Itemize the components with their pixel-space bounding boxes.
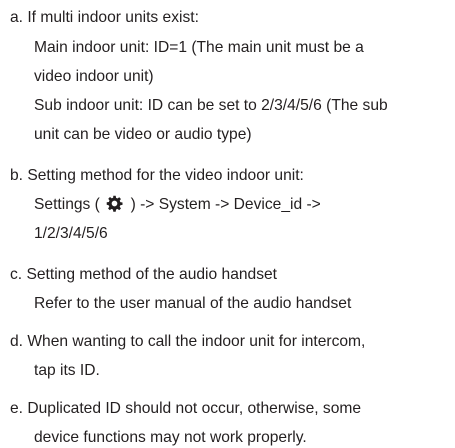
item-e-heading: e. Duplicated ID should not occur, other…	[10, 400, 362, 417]
settings-path-suffix: ) -> System -> Device_id ->	[130, 196, 321, 213]
item-c-line-refer: Refer to the user manual of the audio ha…	[34, 295, 352, 312]
item-a-line-unit-type: unit can be video or audio type)	[34, 126, 252, 143]
gear-icon	[106, 195, 123, 212]
item-a-line-main-unit: Main indoor unit: ID=1 (The main unit mu…	[34, 39, 364, 56]
settings-path-prefix: Settings (	[34, 196, 100, 213]
item-e-line-device-functions: device functions may not work properly.	[34, 429, 307, 446]
item-c-heading: c. Setting method of the audio handset	[10, 266, 278, 283]
item-a-line-video-unit: video indoor unit)	[34, 68, 154, 85]
item-b-id-values: 1/2/3/4/5/6	[34, 225, 108, 242]
item-b-settings-path: Settings ( ) -> System -> Device_id ->	[34, 195, 321, 215]
item-d-line-tap-id: tap its ID.	[34, 362, 100, 379]
item-a-heading: a. If multi indoor units exist:	[10, 9, 199, 26]
item-d-heading: d. When wanting to call the indoor unit …	[10, 333, 366, 350]
item-b-heading: b. Setting method for the video indoor u…	[10, 167, 304, 184]
item-a-line-sub-unit: Sub indoor unit: ID can be set to 2/3/4/…	[34, 97, 388, 114]
